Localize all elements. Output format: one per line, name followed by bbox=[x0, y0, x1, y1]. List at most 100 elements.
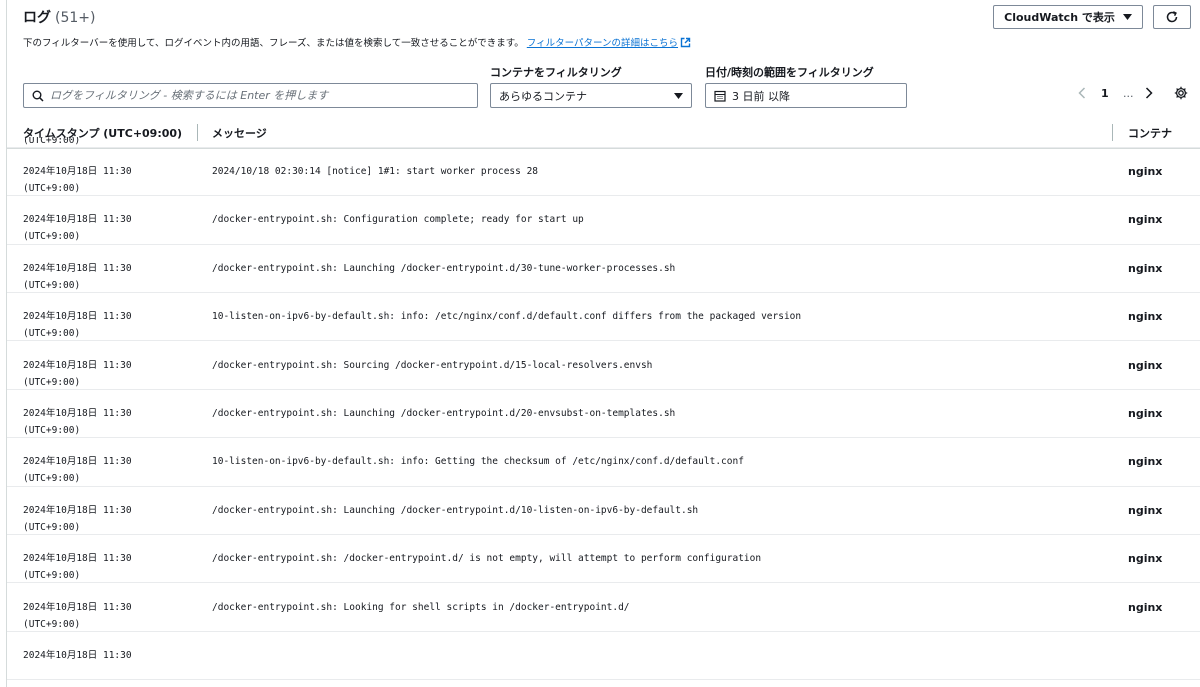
description: 下のフィルターバーを使用して、ログイベント内の用語、フレーズ、または値を検索して… bbox=[23, 35, 691, 49]
page-title: ログ (51+) bbox=[23, 7, 95, 27]
caret-down-icon bbox=[1122, 14, 1132, 20]
message-cell: /docker-entrypoint.sh: Looking for shell… bbox=[212, 601, 630, 613]
date-range-value: 3 日前 以降 bbox=[732, 89, 790, 103]
container-cell: nginx bbox=[1128, 406, 1163, 420]
container-select[interactable]: あらゆるコンテナ bbox=[490, 83, 692, 108]
container-cell: nginx bbox=[1128, 310, 1163, 324]
page-number-current[interactable]: 1 bbox=[1101, 84, 1109, 102]
timestamp-date: 2024年10月18日 11:30 bbox=[23, 165, 132, 177]
timestamp-date: 2024年10月18日 11:30 bbox=[23, 359, 132, 371]
table-row[interactable]: 2024年10月18日 11:30 bbox=[7, 632, 1200, 681]
table-row[interactable]: 2024年10月18日 11:30 (UTC+9:00) /docker-entry… bbox=[7, 342, 1200, 390]
timestamp-timezone: (UTC+9:00) bbox=[23, 521, 81, 533]
search-icon bbox=[32, 90, 44, 102]
table-header-divider bbox=[7, 148, 1200, 149]
timestamp-date: 2024年10月18日 11:30 bbox=[23, 601, 132, 613]
message-cell: 2024/10/18 02:30:14 [notice] 1#1: start … bbox=[212, 165, 539, 177]
container-cell: nginx bbox=[1128, 552, 1163, 566]
caret-down-icon bbox=[674, 92, 683, 99]
description-text: 下のフィルターバーを使用して、ログイベント内の用語、フレーズ、または値を検索して… bbox=[23, 38, 524, 49]
external-link-icon[interactable] bbox=[680, 37, 691, 48]
timestamp-cell: 2024年10月18日 11:30(UTC+9:00) bbox=[23, 137, 132, 149]
timestamp-date: 2024年10月18日 11:30 bbox=[23, 262, 132, 274]
message-cell: 10-listen-on-ipv6-by-default.sh: info: G… bbox=[212, 456, 744, 468]
table-row[interactable]: 2024年10月18日 11:30 (UTC+9:00) 2024/10/18 02… bbox=[7, 148, 1200, 197]
message-cell: /docker-entrypoint.sh: Configuration com… bbox=[212, 214, 584, 226]
timestamp-timezone: (UTC+9:00) bbox=[23, 328, 81, 340]
container-cell: nginx bbox=[1128, 455, 1163, 469]
view-in-cloudwatch-label: CloudWatch で表示 bbox=[1004, 11, 1115, 24]
timestamp-timezone: (UTC+9:00) bbox=[23, 182, 81, 194]
container-select-value: あらゆるコンテナ bbox=[499, 89, 587, 103]
table-row[interactable]: 2024年10月18日 11:30 (UTC+9:00) /docker-entry… bbox=[7, 196, 1200, 245]
timestamp-cell: 2024年10月18日 11:30 (UTC+9:00) bbox=[23, 163, 132, 197]
next-page-button[interactable] bbox=[1145, 84, 1153, 102]
calendar-icon bbox=[714, 90, 726, 102]
timestamp-timezone: (UTC+9:00) bbox=[23, 376, 81, 388]
timestamp-date: 2024年10月18日 11:30 bbox=[23, 504, 132, 516]
previous-page-button[interactable] bbox=[1078, 84, 1086, 102]
preferences-button[interactable] bbox=[1174, 84, 1188, 102]
timestamp-date: 2024年10月18日 11:30 bbox=[23, 553, 132, 565]
log-count: (51+) bbox=[55, 10, 96, 26]
filter-pattern-link[interactable]: フィルターパターンの詳細はこちら bbox=[527, 38, 678, 49]
timestamp-cell: 2024年10月18日 11:30 (UTC+9:00) bbox=[23, 550, 132, 584]
refresh-button[interactable] bbox=[1153, 5, 1191, 29]
table-row[interactable]: 2024年10月18日 11:30 (UTC+9:00) /docker-entry… bbox=[7, 390, 1200, 439]
timestamp-date: 2024年10月18日 11:30 bbox=[23, 311, 132, 323]
timestamp-date: 2024年10月18日 11:30 bbox=[23, 456, 132, 468]
log-table-body: 2024年10月18日 11:30 (UTC+9:00) 2024/10/18 02… bbox=[7, 137, 1200, 687]
timestamp-cell: 2024年10月18日 11:30 (UTC+9:00) bbox=[23, 453, 132, 487]
container-cell: nginx bbox=[1128, 503, 1163, 517]
container-cell: nginx bbox=[1128, 213, 1163, 227]
timestamp-cell: 2024年10月18日 11:30 (UTC+9:00) bbox=[23, 260, 132, 294]
timestamp-timezone: (UTC+9:00) bbox=[23, 424, 81, 436]
container-cell: nginx bbox=[1128, 358, 1163, 372]
timestamp-date: 2024年10月18日 11:30 bbox=[23, 214, 132, 226]
filter-pattern-link-label: フィルターパターンの詳細はこちら bbox=[526, 38, 679, 49]
chevron-right-icon bbox=[1145, 87, 1153, 99]
table-row[interactable]: 2024年10月18日 11:30 (UTC+9:00) /docker-entry… bbox=[7, 584, 1200, 632]
title-text: ログ bbox=[23, 10, 51, 26]
date-filter-label: 日付/時刻の範囲をフィルタリング bbox=[705, 66, 874, 79]
log-search-input[interactable] bbox=[50, 89, 470, 102]
table-row[interactable]: 2024年10月18日 11:30 (UTC+9:00) /docker-entry… bbox=[7, 535, 1200, 584]
timestamp-cell: 2024年10月18日 11:30 (UTC+9:00) bbox=[23, 405, 132, 439]
container-filter-label: コンテナをフィルタリング bbox=[490, 66, 622, 79]
message-cell: /docker-entrypoint.sh: Launching /docker… bbox=[212, 262, 676, 274]
message-cell: /docker-entrypoint.sh: Launching /docker… bbox=[212, 407, 676, 419]
timestamp-timezone: (UTC+9:00) bbox=[23, 279, 81, 291]
table-row[interactable]: 2024年10月18日 11:30 (UTC+9:00) 10-listen-on-… bbox=[7, 438, 1200, 487]
timestamp-cell: 2024年10月18日 11:30 bbox=[23, 647, 132, 664]
timestamp-date: 2024年10月18日 11:30 bbox=[23, 649, 132, 661]
timestamp-cell: 2024年10月18日 11:30 (UTC+9:00) bbox=[23, 211, 132, 245]
timestamp-timezone: (UTC+9:00) bbox=[23, 231, 81, 243]
container-cell: nginx bbox=[1128, 164, 1163, 178]
container-cell: nginx bbox=[1128, 600, 1163, 614]
message-cell: 10-listen-on-ipv6-by-default.sh: info: /… bbox=[212, 311, 802, 323]
timestamp-cell: 2024年10月18日 11:30 (UTC+9:00) bbox=[23, 357, 132, 391]
container-cell: nginx bbox=[1128, 261, 1163, 275]
view-in-cloudwatch-button[interactable]: CloudWatch で表示 bbox=[993, 5, 1143, 29]
page-ellipsis: ... bbox=[1123, 86, 1134, 100]
message-cell: /docker-entrypoint.sh: Sourcing /docker-… bbox=[212, 359, 653, 371]
timestamp-cell: 2024年10月18日 11:30 (UTC+9:00) bbox=[23, 599, 132, 633]
timestamp-cell: 2024年10月18日 11:30 (UTC+9:00) bbox=[23, 502, 132, 536]
message-cell: /docker-entrypoint.sh: Launching /docker… bbox=[212, 504, 699, 516]
gear-icon bbox=[1174, 86, 1188, 100]
message-cell: /docker-entrypoint.sh: /docker-entrypoin… bbox=[212, 553, 762, 565]
table-row[interactable]: 2024年10月18日 11:30(UTC+9:00)2024/10/18 02… bbox=[7, 137, 1200, 148]
timestamp-cell: 2024年10月18日 11:30 (UTC+9:00) bbox=[23, 308, 132, 342]
timestamp-timezone: (UTC+9:00) bbox=[23, 473, 81, 485]
chevron-left-icon bbox=[1078, 87, 1086, 99]
table-row[interactable]: 2024年10月18日 11:30 (UTC+9:00) 10-listen-on-… bbox=[7, 293, 1200, 342]
log-search-box[interactable] bbox=[23, 83, 478, 108]
date-range-picker[interactable]: 3 日前 以降 bbox=[705, 83, 907, 108]
timestamp-date: 2024年10月18日 11:30 bbox=[23, 407, 132, 419]
table-row[interactable]: 2024年10月18日 11:30 (UTC+9:00) /docker-entry… bbox=[7, 245, 1200, 294]
timestamp-timezone: (UTC+9:00) bbox=[23, 137, 81, 146]
timestamp-timezone: (UTC+9:00) bbox=[23, 570, 81, 582]
refresh-icon bbox=[1166, 11, 1178, 23]
timestamp-timezone: (UTC+9:00) bbox=[23, 618, 81, 630]
table-row[interactable]: 2024年10月18日 11:30 (UTC+9:00) /docker-entry… bbox=[7, 487, 1200, 536]
